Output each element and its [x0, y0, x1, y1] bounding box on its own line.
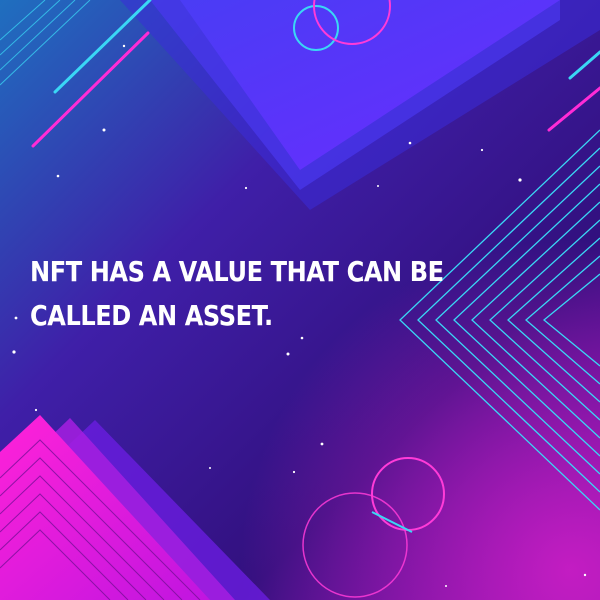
nft-banner: NFT HAS A VALUE THAT CAN BE CALLED AN AS… — [0, 0, 600, 600]
headline-text: NFT HAS A VALUE THAT CAN BE CALLED AN AS… — [30, 255, 444, 332]
